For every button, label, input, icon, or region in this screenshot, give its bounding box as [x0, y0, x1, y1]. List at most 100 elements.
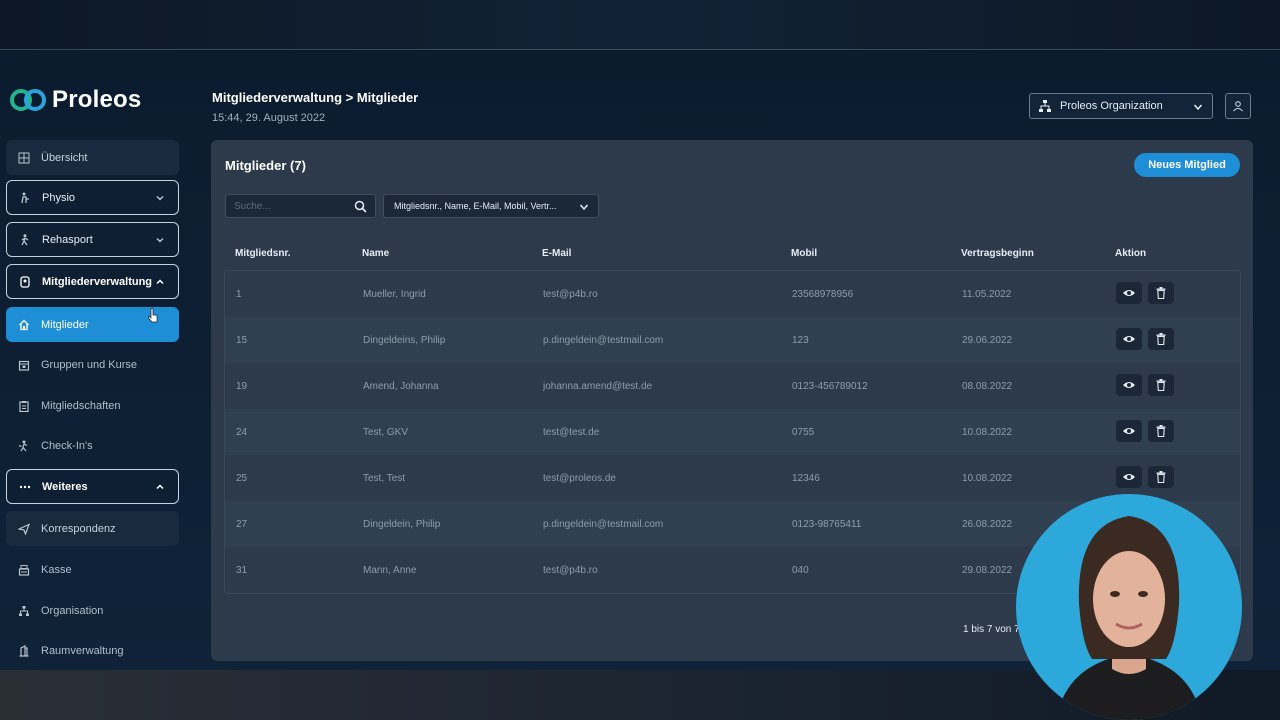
table-row[interactable]: 15 Dingeldeins, Philip p.dingeldein@test… [225, 317, 1240, 363]
cell-nr: 27 [236, 519, 248, 530]
search-column-select[interactable]: Mitgliedsnr., Name, E-Mail, Mobil, Vertr… [383, 194, 599, 218]
table-row[interactable]: 24 Test, GKV test@test.de 0755 10.08.202… [225, 409, 1240, 455]
column-header-email[interactable]: E-Mail [542, 248, 571, 259]
sidebar-item-korrespondenz[interactable]: Korrespondenz [6, 511, 179, 546]
chevron-up-icon [156, 484, 164, 490]
datetime: 15:44, 29. August 2022 [212, 112, 326, 124]
chevron-down-icon [1193, 104, 1203, 111]
organization-select[interactable]: Proleos Organization [1029, 93, 1213, 119]
cell-name: Mueller, Ingrid [363, 289, 426, 300]
register-icon [16, 562, 32, 578]
sidebar-item-label: Gruppen und Kurse [41, 358, 138, 371]
delete-button[interactable] [1148, 282, 1174, 304]
grid-icon [16, 150, 32, 166]
delete-button[interactable] [1148, 420, 1174, 442]
checkin-icon [16, 438, 32, 454]
sidebar-item-label: Mitgliederverwaltung [42, 275, 153, 288]
delete-button[interactable] [1148, 466, 1174, 488]
user-icon [1233, 101, 1243, 112]
view-button[interactable] [1116, 420, 1142, 442]
chevron-down-icon [156, 196, 164, 201]
sidebar-item-organisation[interactable]: Organisation [6, 593, 179, 628]
home-icon [16, 317, 32, 333]
sidebar-item-check-ins[interactable]: Check-In's [6, 428, 179, 463]
column-header-mobil[interactable]: Mobil [791, 248, 817, 259]
eye-icon [1123, 428, 1135, 434]
logo[interactable]: Proleos [8, 86, 141, 114]
view-button[interactable] [1116, 282, 1142, 304]
organization-label: Proleos Organization [1060, 100, 1163, 112]
cell-email: test@p4b.ro [543, 289, 598, 300]
new-member-button[interactable]: Neues Mitglied [1134, 153, 1240, 177]
breadcrumb[interactable]: Mitgliederverwaltung > Mitglieder [212, 90, 418, 105]
sidebar-item-label: Physio [42, 191, 76, 204]
delete-button[interactable] [1148, 374, 1174, 396]
trash-icon [1156, 333, 1166, 345]
sidebar-item-gruppen-und-kurse[interactable]: Gruppen und Kurse [6, 347, 179, 382]
sidebar-item-weiteres[interactable]: Weiteres [6, 469, 179, 504]
cell-mobil: 0123-456789012 [792, 381, 868, 392]
cell-vertragsbeginn: 29.08.2022 [962, 565, 1013, 576]
trash-icon [1156, 425, 1166, 437]
send-icon [16, 521, 32, 537]
eye-icon [1123, 382, 1135, 388]
calendar-icon [16, 357, 32, 373]
search-icon[interactable] [354, 200, 367, 213]
cell-vertragsbeginn: 29.06.2022 [962, 335, 1013, 346]
sidebar-item-label: Rehasport [42, 233, 93, 246]
sidebar-item-uebersicht[interactable]: Übersicht [6, 140, 179, 175]
org-icon [1039, 100, 1051, 112]
cell-mobil: 123 [792, 335, 809, 346]
cell-mobil: 0755 [792, 427, 815, 438]
cell-mobil: 23568978956 [792, 289, 854, 300]
filter-label: Mitgliedsnr., Name, E-Mail, Mobil, Vertr… [394, 201, 557, 211]
cell-nr: 1 [236, 289, 242, 300]
cell-vertragsbeginn: 08.08.2022 [962, 381, 1013, 392]
view-button[interactable] [1116, 466, 1142, 488]
cell-name: Mann, Anne [363, 565, 417, 576]
column-header-nr[interactable]: Mitgliedsnr. [235, 248, 291, 259]
sidebar-item-raumverwaltung[interactable]: Raumverwaltung [6, 633, 179, 668]
view-button[interactable] [1116, 374, 1142, 396]
eye-icon [1123, 290, 1135, 296]
view-button[interactable] [1116, 328, 1142, 350]
sidebar-item-physio[interactable]: Physio [6, 180, 179, 215]
sidebar-item-label: Weiteres [42, 480, 88, 493]
sidebar-item-kasse[interactable]: Kasse [6, 552, 179, 587]
sidebar-item-label: Mitglieder [41, 318, 89, 331]
user-profile-button[interactable] [1225, 93, 1251, 119]
sidebar-item-rehasport[interactable]: Rehasport [6, 222, 179, 257]
delete-button[interactable] [1148, 328, 1174, 350]
table-row[interactable]: 1 Mueller, Ingrid test@p4b.ro 2356897895… [225, 271, 1240, 317]
sidebar-item-label: Check-In's [41, 439, 93, 452]
cell-email: p.dingeldein@testmail.com [543, 335, 664, 346]
column-header-vertragsbeginn[interactable]: Vertragsbeginn [961, 248, 1034, 259]
room-icon [16, 643, 32, 659]
cell-email: p.dingeldein@testmail.com [543, 519, 664, 530]
cell-email: test@proleos.de [543, 473, 616, 484]
sidebar-item-label: Übersicht [41, 151, 88, 164]
search-field[interactable] [225, 194, 376, 218]
column-header-name[interactable]: Name [362, 248, 389, 259]
pagination-info: 1 bis 7 von 7 [963, 624, 1020, 635]
cell-name: Dingeldein, Philip [363, 519, 441, 530]
brand-name: Proleos [52, 86, 142, 113]
chevron-up-icon [156, 279, 164, 285]
sidebar-item-mitgliedschaften[interactable]: Mitgliedschaften [6, 388, 179, 423]
logo-icon [10, 89, 46, 111]
presenter-image [1056, 516, 1202, 720]
cell-vertragsbeginn: 10.08.2022 [962, 473, 1013, 484]
cell-nr: 31 [236, 565, 248, 576]
table-row[interactable]: 19 Amend, Johanna johanna.amend@test.de … [225, 363, 1240, 409]
cell-name: Test, Test [363, 473, 406, 484]
cell-mobil: 12346 [792, 473, 820, 484]
sidebar-item-mitgliederverwaltung[interactable]: Mitgliederverwaltung [6, 264, 179, 299]
cell-email: test@p4b.ro [543, 565, 598, 576]
org-icon [16, 603, 32, 619]
search-input[interactable] [234, 200, 354, 212]
sidebar-item-label: Mitgliedschaften [41, 399, 121, 412]
table-row[interactable]: 25 Test, Test test@proleos.de 12346 10.0… [225, 455, 1240, 501]
top-band [0, 0, 1280, 50]
presenter-video-overlay [1016, 494, 1242, 720]
cell-email: test@test.de [543, 427, 600, 438]
